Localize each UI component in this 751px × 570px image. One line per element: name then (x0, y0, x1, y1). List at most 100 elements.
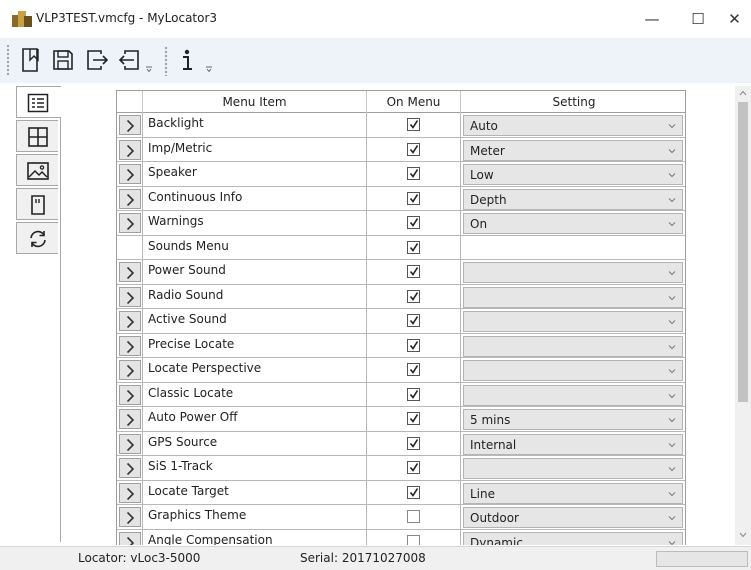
setting-dropdown[interactable]: Meter (463, 139, 683, 161)
vertical-scrollbar[interactable] (735, 86, 751, 545)
table-row[interactable]: Active Sound (117, 309, 685, 334)
setting-dropdown[interactable] (463, 458, 683, 479)
tab-refresh[interactable] (16, 222, 58, 254)
scroll-down-icon[interactable] (739, 532, 747, 538)
on-menu-checkbox[interactable] (407, 338, 420, 352)
checkmark-icon (409, 291, 419, 301)
expand-row-button[interactable] (119, 409, 141, 429)
on-menu-checkbox[interactable] (407, 240, 420, 254)
expand-row-button[interactable] (119, 507, 141, 527)
setting-dropdown[interactable]: Dynamic (463, 531, 683, 545)
toolbar-overflow-icon[interactable] (145, 65, 153, 73)
setting-dropdown[interactable]: Internal (463, 433, 683, 455)
toolbar-overflow-icon-2[interactable] (205, 65, 213, 73)
expand-row-button[interactable] (119, 262, 141, 282)
on-menu-checkbox[interactable] (407, 118, 420, 131)
expand-row-button[interactable] (119, 164, 141, 184)
table-row[interactable]: Graphics Theme Outdoor (117, 505, 685, 530)
table-row[interactable]: Locate Target Line (117, 480, 685, 505)
setting-dropdown[interactable]: Low (463, 164, 683, 185)
header-on-menu[interactable]: On Menu (367, 91, 461, 113)
expand-row-button[interactable] (119, 286, 141, 307)
new-file-button[interactable] (18, 46, 44, 74)
minimize-button[interactable]: — (630, 3, 674, 35)
expand-row-button[interactable] (119, 482, 141, 503)
scrollbar-thumb[interactable] (738, 102, 748, 402)
expand-row-button[interactable] (119, 531, 141, 545)
scroll-up-icon[interactable] (739, 90, 747, 96)
setting-dropdown[interactable]: Outdoor (463, 507, 683, 528)
setting-dropdown[interactable]: Line (463, 482, 683, 504)
table-row[interactable]: Power Sound (117, 260, 685, 285)
expand-row-button[interactable] (119, 115, 141, 135)
header-setting[interactable]: Setting (461, 91, 685, 113)
tab-image[interactable] (16, 154, 58, 186)
on-menu-checkbox[interactable] (407, 314, 420, 327)
table-row[interactable]: GPS Source Internal (117, 431, 685, 456)
on-menu-checkbox[interactable] (407, 142, 420, 156)
on-menu-checkbox[interactable] (407, 387, 420, 401)
tab-grid[interactable] (16, 120, 58, 152)
expand-row-button[interactable] (119, 139, 141, 160)
expand-row-button[interactable] (119, 458, 141, 478)
maximize-button[interactable]: ☐ (676, 3, 720, 35)
table-row[interactable]: Backlight Auto (117, 113, 685, 138)
import-button[interactable] (116, 46, 142, 74)
expand-row-button[interactable] (119, 311, 141, 331)
on-menu-cell (367, 480, 461, 505)
table-row[interactable]: SiS 1-Track (117, 456, 685, 481)
export-button[interactable] (84, 46, 110, 74)
expand-row-button[interactable] (119, 188, 141, 209)
setting-dropdown[interactable] (463, 335, 683, 357)
table-row[interactable]: Angle Compensation Dynamic (117, 529, 685, 545)
tab-menu-list[interactable] (16, 86, 61, 118)
close-button[interactable]: ✕ (718, 3, 751, 35)
setting-dropdown[interactable] (463, 360, 683, 381)
on-menu-checkbox[interactable] (407, 167, 420, 180)
table-row[interactable]: Continuous Info Depth (117, 186, 685, 211)
info-icon (183, 49, 192, 70)
on-menu-checkbox[interactable] (407, 485, 420, 499)
setting-dropdown[interactable] (463, 262, 683, 283)
on-menu-cell (367, 309, 461, 333)
on-menu-checkbox[interactable] (407, 461, 420, 474)
table-row[interactable]: Sounds Menu (117, 235, 685, 260)
save-button[interactable] (50, 46, 76, 74)
expand-row-button[interactable] (119, 384, 141, 405)
toolbar-grip[interactable] (6, 44, 10, 76)
setting-dropdown[interactable]: 5 mins (463, 409, 683, 430)
table-row[interactable]: Speaker Low (117, 162, 685, 187)
table-row[interactable]: Auto Power Off 5 mins (117, 407, 685, 432)
info-button[interactable] (176, 46, 202, 74)
table-row[interactable]: Imp/Metric Meter (117, 137, 685, 162)
expand-row-button[interactable] (119, 360, 141, 380)
table-row[interactable]: Classic Locate (117, 382, 685, 407)
on-menu-checkbox[interactable] (407, 265, 420, 278)
toolbar-separator (164, 46, 168, 76)
expand-row-button[interactable] (119, 433, 141, 454)
on-menu-checkbox[interactable] (407, 191, 420, 205)
on-menu-checkbox[interactable] (407, 436, 420, 450)
table-row[interactable]: Precise Locate (117, 333, 685, 358)
expand-row-button[interactable] (119, 335, 141, 356)
on-menu-checkbox[interactable] (407, 216, 420, 229)
setting-dropdown[interactable] (463, 384, 683, 406)
setting-dropdown[interactable] (463, 286, 683, 308)
setting-dropdown[interactable]: Auto (463, 115, 683, 136)
header-menu-item[interactable]: Menu Item (143, 91, 367, 113)
table-row[interactable]: Warnings On (117, 211, 685, 236)
expand-row-button[interactable] (119, 213, 141, 233)
on-menu-checkbox[interactable] (407, 412, 420, 425)
on-menu-checkbox[interactable] (407, 363, 420, 376)
setting-dropdown[interactable] (463, 311, 683, 332)
setting-dropdown[interactable]: On (463, 213, 683, 234)
on-menu-checkbox[interactable] (407, 510, 420, 523)
on-menu-checkbox[interactable] (407, 534, 420, 545)
setting-dropdown[interactable]: Depth (463, 188, 683, 210)
tab-sd-card[interactable] (16, 188, 58, 220)
on-menu-checkbox[interactable] (407, 289, 420, 303)
checkmark-icon (409, 144, 419, 154)
table-row[interactable]: Locate Perspective (117, 358, 685, 383)
table-row[interactable]: Radio Sound (117, 284, 685, 309)
chevron-down-icon (668, 148, 676, 153)
